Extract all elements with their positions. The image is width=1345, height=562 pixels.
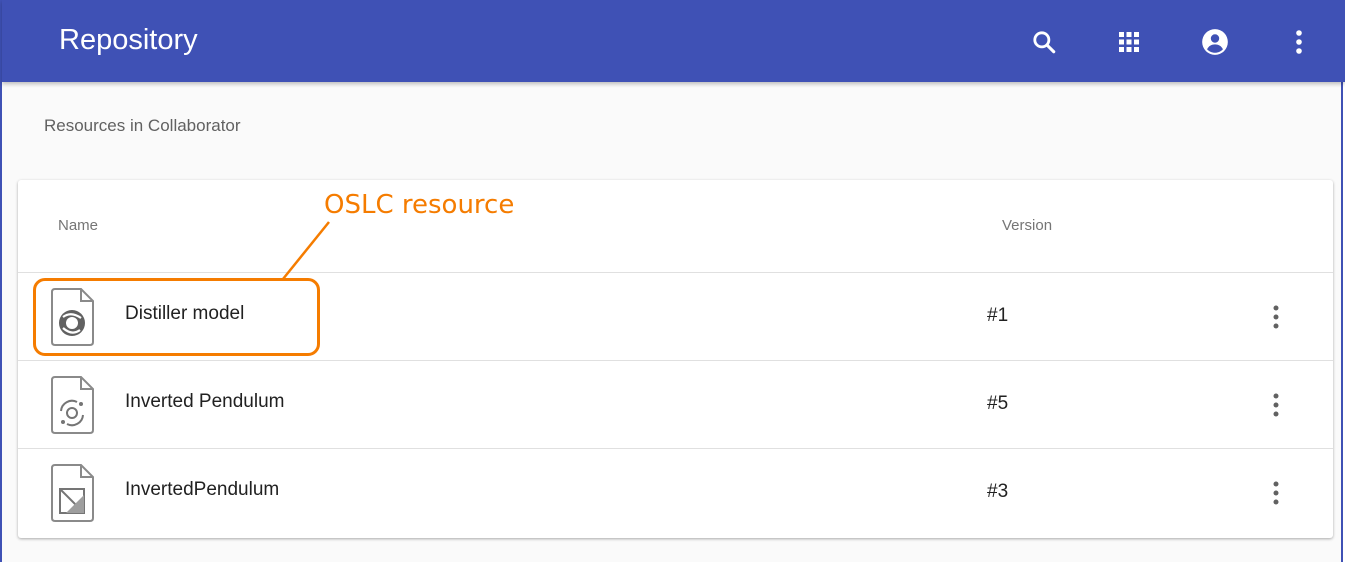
annotation-label: OSLC resource <box>324 190 515 220</box>
annotation-highlight-box <box>33 278 320 356</box>
table-row[interactable]: Inverted Pendulum #5 <box>18 360 1333 448</box>
resource-version: #1 <box>987 305 1009 326</box>
row-more-vert-icon[interactable] <box>1262 387 1290 423</box>
diagram-file-icon <box>49 463 95 523</box>
resource-table: Name Version Distiller model #1 Inverted… <box>18 180 1333 538</box>
app-title: Repository <box>59 24 198 56</box>
column-header-name[interactable]: Name <box>58 217 98 234</box>
resource-version: #3 <box>987 481 1009 502</box>
resource-name[interactable]: Inverted Pendulum <box>125 391 285 413</box>
apps-grid-icon[interactable] <box>1111 24 1147 60</box>
app-window: Repository Resources in Collaborator Nam… <box>0 0 1345 562</box>
resource-name[interactable]: InvertedPendulum <box>125 479 279 501</box>
simulation-file-icon <box>49 375 95 435</box>
table-row[interactable]: InvertedPendulum #3 <box>18 448 1333 536</box>
resource-version: #5 <box>987 393 1009 414</box>
row-more-vert-icon[interactable] <box>1262 299 1290 335</box>
app-bar: Repository <box>2 0 1345 82</box>
section-label: Resources in Collaborator <box>44 116 241 135</box>
row-more-vert-icon[interactable] <box>1262 475 1290 511</box>
search-icon[interactable] <box>1026 24 1062 60</box>
account-circle-icon[interactable] <box>1197 24 1233 60</box>
column-header-version[interactable]: Version <box>1002 217 1052 234</box>
more-vert-icon[interactable] <box>1281 24 1317 60</box>
